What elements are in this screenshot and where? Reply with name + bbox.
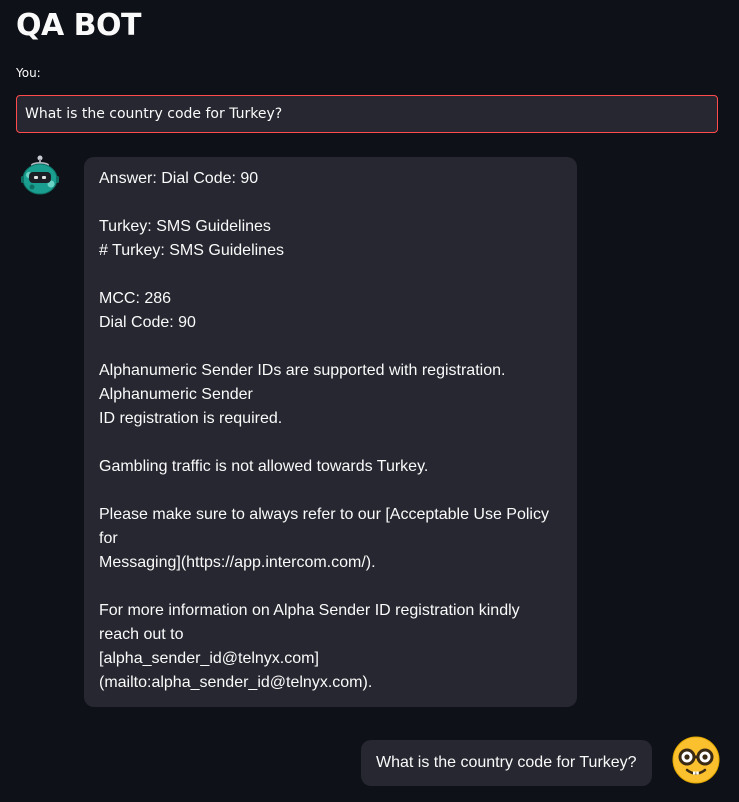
qa-bot-app: QA BOT You: Answer: Dial Code: 90 Turkey…: [0, 0, 739, 802]
robot-avatar-icon: [20, 155, 60, 195]
nerd-face-avatar-icon: [672, 736, 720, 784]
user-message: What is the country code for Turkey?: [361, 740, 652, 786]
page-title: QA BOT: [16, 8, 142, 43]
query-input-label: You:: [16, 66, 41, 80]
bot-message-text: Answer: Dial Code: 90 Turkey: SMS Guidel…: [99, 170, 549, 691]
bot-message: Answer: Dial Code: 90 Turkey: SMS Guidel…: [84, 157, 577, 707]
query-input[interactable]: [25, 106, 709, 122]
query-input-container[interactable]: [16, 95, 718, 133]
